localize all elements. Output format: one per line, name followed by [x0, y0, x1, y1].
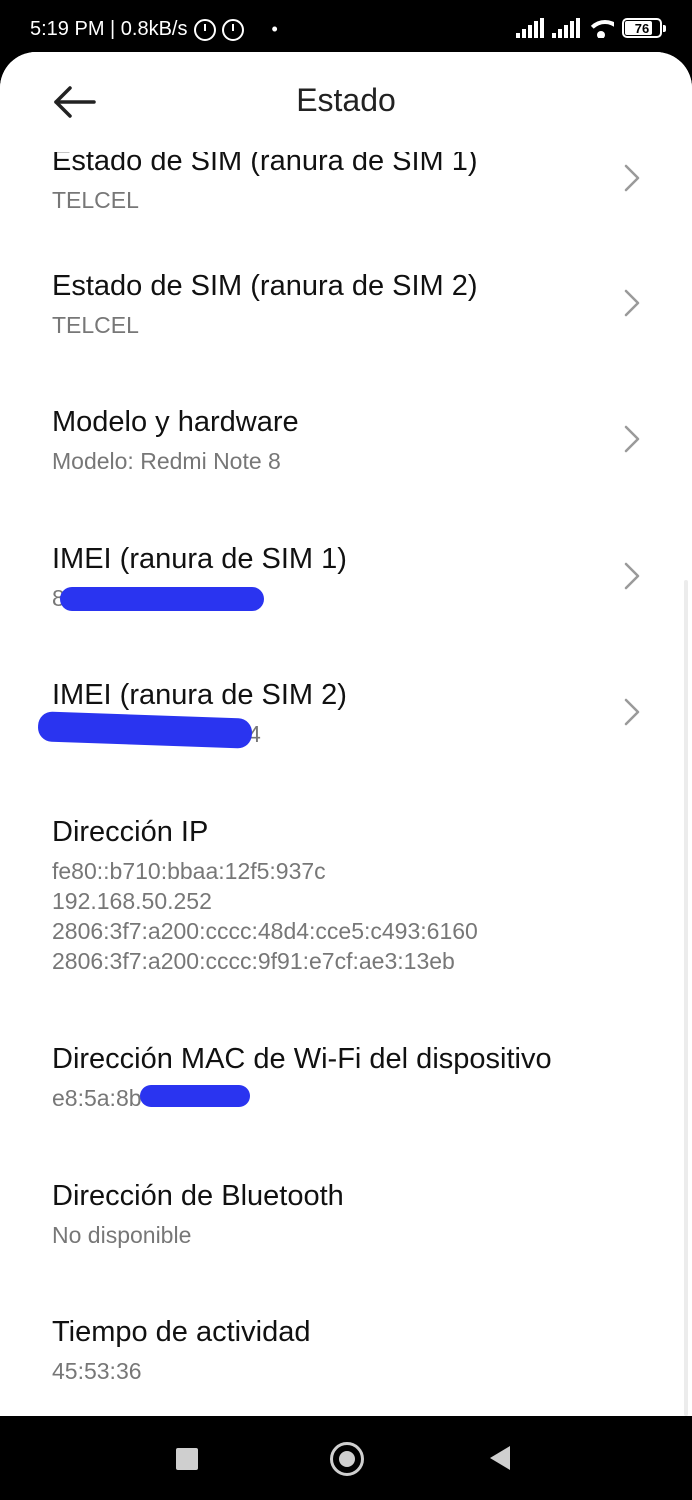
settings-sync-icon: [193, 18, 216, 41]
item-subtitle: TELCEL: [52, 187, 139, 213]
list-item-model-hardware[interactable]: Modelo y hardware Modelo: Redmi Note 8: [0, 406, 692, 542]
notification-dot: •: [271, 19, 278, 39]
chevron-right-icon: [622, 697, 642, 727]
recents-square-icon[interactable]: [176, 1448, 198, 1470]
app-header: Estado: [0, 52, 692, 152]
ip-line: 2806:3f7:a200:cccc:9f91:e7cf:ae3:13eb: [52, 948, 455, 974]
item-title: Estado de SIM (ranura de SIM 2): [52, 270, 478, 302]
redaction-mark: [37, 711, 253, 749]
chevron-right-icon: [622, 163, 642, 193]
status-bar: 5:19 PM | 0.8kB/s • 76: [0, 0, 692, 60]
list-item-ip-address: Dirección IP fe80::b710:bbaa:12f5:937c 1…: [0, 816, 692, 1016]
alarm-icon: [221, 18, 244, 41]
home-circle-icon[interactable]: [330, 1442, 364, 1476]
item-subtitle: e8:5a:8b: [52, 1085, 142, 1111]
status-time-speed: 5:19 PM | 0.8kB/s: [30, 18, 188, 40]
status-left: 5:19 PM | 0.8kB/s •: [30, 18, 278, 41]
redaction-mark: [60, 587, 264, 611]
redaction-mark: [140, 1085, 250, 1107]
scrollbar[interactable]: [684, 580, 688, 1416]
item-title: Tiempo de actividad: [52, 1316, 311, 1348]
item-subtitle: Modelo: Redmi Note 8: [52, 448, 281, 474]
list-item-wifi-mac: Dirección MAC de Wi-Fi del dispositivo e…: [0, 1043, 692, 1179]
list-item-uptime: Tiempo de actividad 45:53:36: [0, 1316, 692, 1416]
battery-level: 76: [634, 20, 650, 36]
item-title: Dirección MAC de Wi-Fi del dispositivo: [52, 1043, 552, 1075]
list-item-sim1-status[interactable]: Estado de SIM (ranura de SIM 1) TELCEL: [0, 145, 692, 281]
ip-address-list: fe80::b710:bbaa:12f5:937c 192.168.50.252…: [52, 856, 478, 976]
item-title: IMEI (ranura de SIM 1): [52, 543, 347, 575]
list-item-imei-sim2[interactable]: IMEI (ranura de SIM 2) 4: [0, 679, 692, 815]
page-title: Estado: [296, 82, 396, 118]
status-right: 76: [516, 18, 666, 38]
item-subtitle: 45:53:36: [52, 1358, 142, 1384]
ip-line: 2806:3f7:a200:cccc:48d4:cce5:c493:6160: [52, 918, 478, 944]
item-title: Dirección de Bluetooth: [52, 1180, 344, 1212]
item-title: IMEI (ranura de SIM 2): [52, 679, 347, 711]
settings-sheet: Estado de SIM (ranura de SIM 1) TELCEL E…: [0, 52, 692, 1416]
list-item-imei-sim1[interactable]: IMEI (ranura de SIM 1) 8: [0, 543, 692, 679]
item-subtitle: TELCEL: [52, 312, 139, 338]
navigation-bar: [0, 1416, 692, 1500]
item-title: Modelo y hardware: [52, 406, 299, 438]
chevron-right-icon: [622, 288, 642, 318]
signal-icon: [516, 18, 544, 38]
signal-icon: [552, 18, 580, 38]
list-item-sim2-status[interactable]: Estado de SIM (ranura de SIM 2) TELCEL: [0, 270, 692, 406]
wifi-icon: [588, 18, 614, 38]
chevron-right-icon: [622, 561, 642, 591]
item-title: Dirección IP: [52, 816, 209, 848]
ip-line: 192.168.50.252: [52, 888, 212, 914]
item-subtitle: No disponible: [52, 1222, 192, 1248]
battery-icon: 76: [622, 18, 666, 38]
list-item-bluetooth-address: Dirección de Bluetooth No disponible: [0, 1180, 692, 1316]
ip-line: fe80::b710:bbaa:12f5:937c: [52, 858, 326, 884]
back-triangle-icon[interactable]: [490, 1446, 510, 1470]
chevron-right-icon: [622, 424, 642, 454]
